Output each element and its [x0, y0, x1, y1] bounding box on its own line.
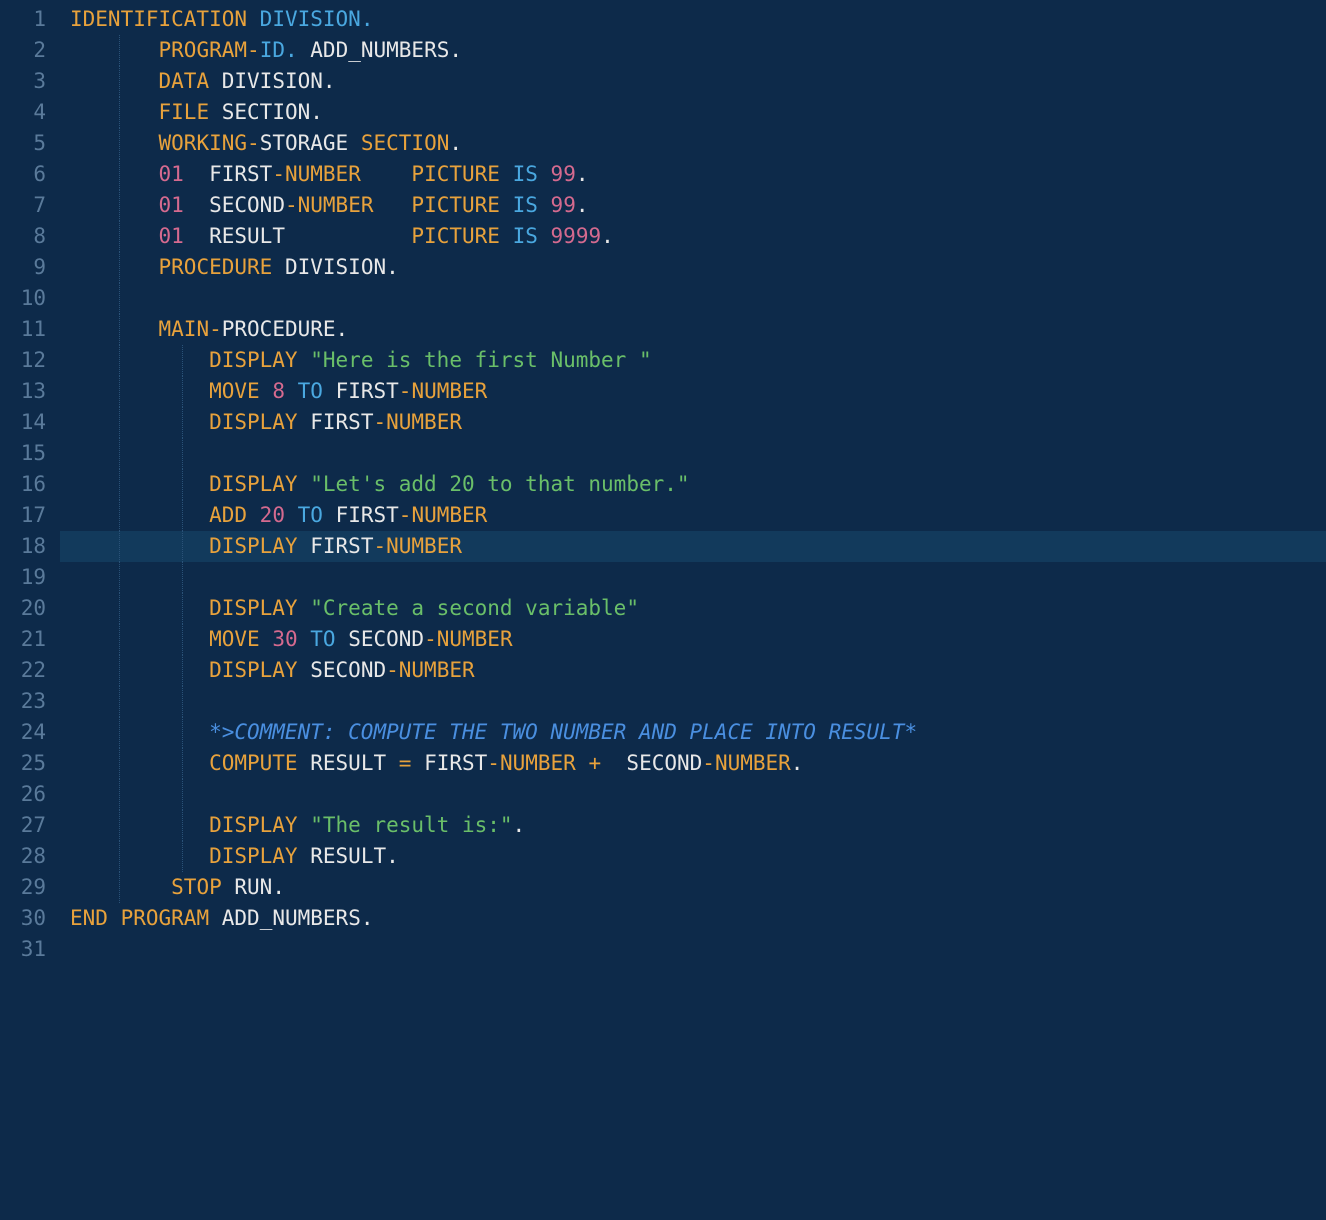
- code-area[interactable]: IDENTIFICATION DIVISION. PROGRAM-ID. ADD…: [60, 0, 1326, 965]
- line-number: 14: [0, 407, 60, 438]
- code-line[interactable]: DISPLAY "Here is the first Number ": [60, 345, 1326, 376]
- line-number: 19: [0, 562, 60, 593]
- code-line[interactable]: DISPLAY FIRST-NUMBER: [60, 407, 1326, 438]
- code-line[interactable]: MOVE 30 TO SECOND-NUMBER: [60, 624, 1326, 655]
- line-number: 4: [0, 97, 60, 128]
- code-line[interactable]: [60, 283, 1326, 314]
- line-number: 9: [0, 252, 60, 283]
- line-number: 27: [0, 810, 60, 841]
- code-line[interactable]: PROCEDURE DIVISION.: [60, 252, 1326, 283]
- line-number: 15: [0, 438, 60, 469]
- line-number: 17: [0, 500, 60, 531]
- line-number: 18: [0, 531, 60, 562]
- line-number: 6: [0, 159, 60, 190]
- code-line[interactable]: ADD 20 TO FIRST-NUMBER: [60, 500, 1326, 531]
- line-number: 29: [0, 872, 60, 903]
- line-number: 11: [0, 314, 60, 345]
- line-number: 3: [0, 66, 60, 97]
- code-line[interactable]: STOP RUN.: [60, 872, 1326, 903]
- code-line[interactable]: DISPLAY "Create a second variable": [60, 593, 1326, 624]
- code-line[interactable]: *>COMMENT: COMPUTE THE TWO NUMBER AND PL…: [60, 717, 1326, 748]
- code-line[interactable]: FILE SECTION.: [60, 97, 1326, 128]
- code-line[interactable]: MAIN-PROCEDURE.: [60, 314, 1326, 345]
- line-number: 30: [0, 903, 60, 934]
- code-line[interactable]: 01 RESULT PICTURE IS 9999.: [60, 221, 1326, 252]
- code-line[interactable]: 01 SECOND-NUMBER PICTURE IS 99.: [60, 190, 1326, 221]
- line-number-gutter: 1 2 3 4 5 6 7 8 9 10 11 12 13 14 15 16 1…: [0, 0, 60, 965]
- line-number: 10: [0, 283, 60, 314]
- code-line[interactable]: 01 FIRST-NUMBER PICTURE IS 99.: [60, 159, 1326, 190]
- line-number: 20: [0, 593, 60, 624]
- code-line[interactable]: DISPLAY "Let's add 20 to that number.": [60, 469, 1326, 500]
- line-number: 24: [0, 717, 60, 748]
- line-number: 5: [0, 128, 60, 159]
- code-line[interactable]: [60, 779, 1326, 810]
- line-number: 8: [0, 221, 60, 252]
- code-line[interactable]: PROGRAM-ID. ADD_NUMBERS.: [60, 35, 1326, 66]
- code-line[interactable]: WORKING-STORAGE SECTION.: [60, 128, 1326, 159]
- code-line[interactable]: [60, 686, 1326, 717]
- line-number: 28: [0, 841, 60, 872]
- line-number: 31: [0, 934, 60, 965]
- code-line[interactable]: [60, 438, 1326, 469]
- code-line[interactable]: MOVE 8 TO FIRST-NUMBER: [60, 376, 1326, 407]
- line-number: 23: [0, 686, 60, 717]
- code-line-current[interactable]: DISPLAY FIRST-NUMBER: [60, 531, 1326, 562]
- code-editor[interactable]: 1 2 3 4 5 6 7 8 9 10 11 12 13 14 15 16 1…: [0, 0, 1326, 965]
- code-line[interactable]: IDENTIFICATION DIVISION.: [60, 4, 1326, 35]
- code-line[interactable]: END PROGRAM ADD_NUMBERS.: [60, 903, 1326, 934]
- line-number: 7: [0, 190, 60, 221]
- line-number: 26: [0, 779, 60, 810]
- line-number: 1: [0, 4, 60, 35]
- code-line[interactable]: [60, 562, 1326, 593]
- line-number: 22: [0, 655, 60, 686]
- code-line[interactable]: DISPLAY RESULT.: [60, 841, 1326, 872]
- code-line[interactable]: COMPUTE RESULT = FIRST-NUMBER + SECOND-N…: [60, 748, 1326, 779]
- code-line[interactable]: [60, 934, 1326, 965]
- line-number: 16: [0, 469, 60, 500]
- line-number: 2: [0, 35, 60, 66]
- line-number: 21: [0, 624, 60, 655]
- line-number: 25: [0, 748, 60, 779]
- code-line[interactable]: DISPLAY "The result is:".: [60, 810, 1326, 841]
- line-number: 13: [0, 376, 60, 407]
- code-line[interactable]: DISPLAY SECOND-NUMBER: [60, 655, 1326, 686]
- code-line[interactable]: DATA DIVISION.: [60, 66, 1326, 97]
- line-number: 12: [0, 345, 60, 376]
